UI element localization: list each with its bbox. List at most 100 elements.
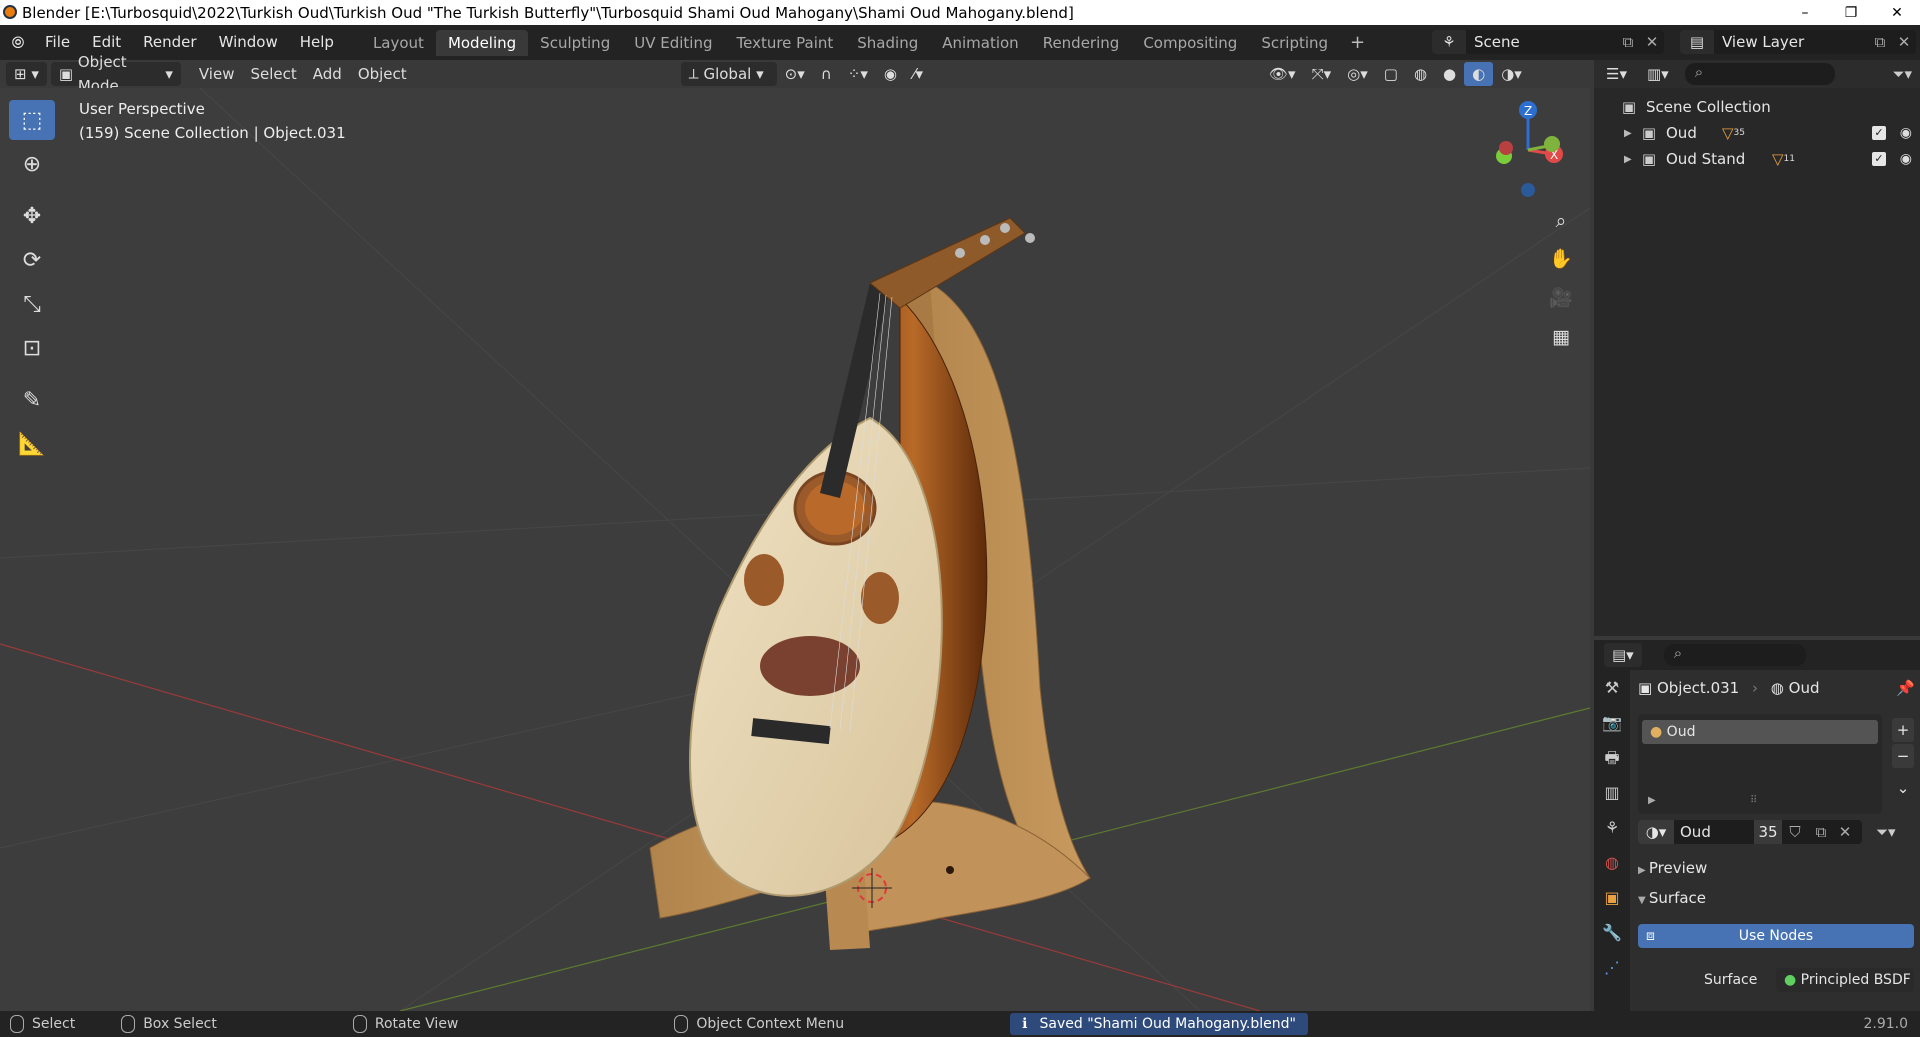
menu-window[interactable]: Window [208,25,289,60]
restore-button[interactable]: ❐ [1828,0,1874,25]
transform-tool-icon[interactable]: ⊡ [9,328,55,368]
expand-arrow-icon[interactable]: ▶ [1624,154,1638,165]
tab-layout[interactable]: Layout [361,30,436,56]
visibility-eye-icon[interactable]: ◉ [1900,125,1912,141]
surface-panel-header[interactable]: ▼ Surface [1638,886,1914,910]
view-layer-selector[interactable]: ▤ View Layer ⧉ ✕ [1680,30,1916,54]
properties-search-input[interactable]: ⌕ [1663,644,1806,666]
rendered-shading-icon[interactable]: ◑▾ [1493,62,1530,86]
scene-tab-icon[interactable]: ⚘ [1605,810,1619,845]
pin-icon[interactable]: 📌 [1896,676,1915,700]
exclude-checkbox[interactable]: ✓ [1872,126,1886,140]
remove-scene-icon[interactable]: ✕ [1640,33,1664,51]
tab-texture-paint[interactable]: Texture Paint [724,30,845,56]
gizmo-neg-z-handle[interactable] [1521,183,1535,197]
slot-menu-icon[interactable]: ⌄ [1892,776,1914,800]
menu-object[interactable]: Object [350,62,415,86]
tab-sculpting[interactable]: Sculpting [528,30,622,56]
use-nodes-button[interactable]: ⧈ Use Nodes [1638,924,1914,948]
falloff-icon[interactable]: ⁄▾ [905,62,931,86]
scale-tool-icon[interactable]: ⤡ [9,284,55,324]
tab-animation[interactable]: Animation [930,30,1030,56]
tab-scripting[interactable]: Scripting [1249,30,1340,56]
minimize-button[interactable]: – [1782,0,1828,25]
gizmo-y-handle[interactable] [1544,136,1560,152]
expand-arrow-icon[interactable]: ▶ [1648,795,1656,806]
mode-dropdown[interactable]: ▣ Object Mode ▾ [50,53,181,95]
world-tab-icon[interactable]: ◍ [1605,845,1619,880]
tab-uv-editing[interactable]: UV Editing [622,30,724,56]
measure-tool-icon[interactable]: 📐 [9,424,55,464]
proportional-edit-icon[interactable]: ◉ [876,62,905,86]
outliner-item-oud[interactable]: ▶ ▣ Oud ▽ 35 ✓ ◉ [1594,120,1920,146]
material-slot-item[interactable]: ● Oud [1642,720,1878,744]
object-tab-icon[interactable]: ▣ [1604,880,1619,915]
3d-viewport[interactable]: User Perspective (159) Scene Collection … [0,88,1590,1011]
menu-add[interactable]: Add [305,62,350,86]
resize-handle-icon[interactable]: ⠿ [1750,795,1757,806]
select-box-tool-icon[interactable]: ⬚ [9,100,55,140]
wireframe-shading-icon[interactable]: ◍ [1406,62,1435,86]
material-browse-icon[interactable]: ◑▾ [1638,820,1674,844]
surface-shader-dropdown[interactable]: ● Principled BSDF [1776,968,1914,992]
xray-icon[interactable]: ▢ [1376,62,1406,86]
add-slot-button[interactable]: + [1892,718,1914,742]
outliner-item-oud-stand[interactable]: ▶ ▣ Oud Stand ▽ 11 ✓ ◉ [1594,146,1920,172]
modifier-tab-icon[interactable]: 🔧 [1602,915,1622,950]
add-workspace-icon[interactable]: + [1340,32,1375,53]
tool-tab-icon[interactable]: ⚒ [1605,670,1619,705]
snap-icon[interactable]: ∩ [813,62,840,86]
navigation-gizmo[interactable]: Z X [1480,98,1570,198]
material-name-field[interactable]: Oud [1674,820,1754,844]
ortho-toggle-icon[interactable]: ▦ [1546,322,1576,352]
annotate-tool-icon[interactable]: ✎ [9,380,55,420]
preview-panel-header[interactable]: ▶ Preview [1638,856,1914,880]
orientation-dropdown[interactable]: ⟂ Global ▾ [680,62,777,86]
material-datablock[interactable]: ◑▾ Oud 35 ⛉ ⧉ ✕ [1638,820,1862,844]
properties-editor-icon[interactable]: ▤▾ [1604,643,1642,667]
display-mode-icon[interactable]: ▥▾ [1638,62,1677,86]
scene-selector[interactable]: ⚘ Scene ⧉ ✕ [1432,30,1664,54]
new-view-layer-icon[interactable]: ⧉ [1868,33,1892,51]
cursor-tool-icon[interactable]: ⊕ [9,144,55,184]
rotate-tool-icon[interactable]: ⟳ [9,240,55,280]
menu-help[interactable]: Help [289,25,345,60]
material-filter-icon[interactable]: ⏷▾ [1876,820,1896,844]
remove-slot-button[interactable]: − [1892,744,1914,768]
expand-arrow-icon[interactable]: ▶ [1624,128,1638,139]
gizmo-toggle-icon[interactable]: ⤧▾ [1304,62,1340,86]
visibility-icon[interactable]: 👁▾ [1261,62,1304,86]
snap-target-icon[interactable]: ⁘▾ [840,62,876,86]
exclude-checkbox[interactable]: ✓ [1872,152,1886,166]
tab-rendering[interactable]: Rendering [1031,30,1132,56]
close-button[interactable]: ✕ [1874,0,1920,25]
filter-icon[interactable]: ⏷▾ [1892,65,1912,83]
solid-shading-icon[interactable]: ● [1435,62,1464,86]
tab-compositing[interactable]: Compositing [1131,30,1249,56]
outliner-editor-icon[interactable]: ☰▾ [1598,62,1635,86]
render-tab-icon[interactable]: 📷 [1602,705,1622,740]
material-shading-icon[interactable]: ◐ [1464,62,1494,86]
menu-view[interactable]: View [191,62,243,86]
output-tab-icon[interactable]: 🖶 [1604,740,1619,775]
tab-shading[interactable]: Shading [845,30,930,56]
particles-tab-icon[interactable]: ⋰ [1604,950,1620,985]
duplicate-material-icon[interactable]: ⧉ [1808,820,1834,844]
blender-menu-icon[interactable]: ⦾ [6,33,30,53]
user-count-badge[interactable]: 35 [1754,820,1782,844]
status-report[interactable]: ℹ Saved "Shami Oud Mahogany.blend" [1010,1013,1308,1035]
pivot-icon[interactable]: ⊙▾ [777,62,813,86]
editor-type-icon[interactable]: ⊞ ▾ [6,62,47,86]
zoom-view-icon[interactable]: ⌕ [1546,206,1576,236]
visibility-eye-icon[interactable]: ◉ [1900,151,1912,167]
outliner-search-input[interactable]: ⌕ [1684,63,1835,85]
tab-modeling[interactable]: Modeling [435,29,529,56]
pan-view-icon[interactable]: ✋ [1546,244,1576,274]
menu-file[interactable]: File [34,25,81,60]
unlink-material-icon[interactable]: ✕ [1834,820,1856,844]
new-scene-icon[interactable]: ⧉ [1616,33,1640,51]
outliner-root[interactable]: ▣ Scene Collection [1594,94,1920,120]
move-tool-icon[interactable]: ✥ [9,196,55,236]
fake-user-icon[interactable]: ⛉ [1782,820,1808,844]
remove-view-layer-icon[interactable]: ✕ [1892,33,1916,51]
